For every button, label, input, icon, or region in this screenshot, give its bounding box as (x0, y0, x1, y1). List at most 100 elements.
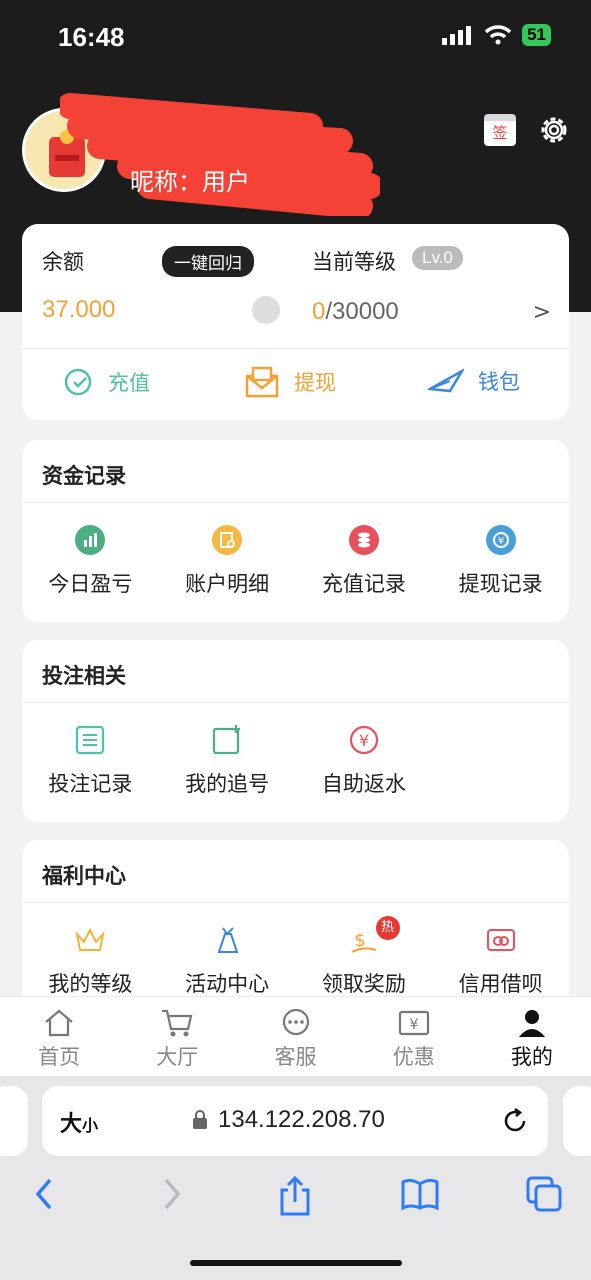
page-settings-button[interactable]: 大小 (60, 1106, 98, 1138)
level-progress: 0/30000 (312, 298, 399, 326)
withdraw-button[interactable]: 提现 (244, 366, 336, 398)
bottom-tab-bar: 首页 大厅 客服 ¥ 优惠 我的 (0, 996, 591, 1076)
tab-mine[interactable]: 我的 (473, 997, 591, 1076)
cart-icon (162, 1009, 193, 1037)
balance-label: 余额 (42, 250, 84, 274)
signal-icon (442, 26, 472, 45)
list-icon (74, 724, 106, 756)
book-icon (401, 1178, 439, 1211)
recharge-button[interactable]: 充值 (62, 366, 150, 398)
browser-nav-row (0, 1175, 591, 1220)
wallet-button[interactable]: 钱包 (428, 366, 520, 396)
address-bar[interactable]: 大小 134.122.208.70 (42, 1086, 548, 1156)
chevron-right-icon (164, 1178, 181, 1210)
home-icon (45, 1009, 73, 1037)
wallet-label: 钱包 (478, 370, 520, 394)
my-chase-item[interactable]: 我的追号 (159, 724, 296, 798)
wifi-icon (484, 25, 512, 45)
section-title: 福利中心 (42, 864, 126, 888)
lock-icon (193, 1110, 207, 1129)
grid-label: 今日盈亏 (48, 572, 133, 596)
share-button[interactable] (278, 1175, 312, 1220)
my-level-item[interactable]: 我的等级 (22, 924, 159, 998)
balance-card: 余额 一键回归 37.000 当前等级 Lv.0 0/30000 > 充值 提现… (22, 224, 569, 420)
browser-toolbar: 大小 134.122.208.70 (0, 1076, 591, 1280)
tab-lobby[interactable]: 大厅 (118, 997, 236, 1076)
grid-label: 我的等级 (48, 972, 133, 996)
sign-in-calendar-icon[interactable]: 签 (484, 114, 516, 146)
withdraw-label: 提现 (294, 371, 336, 395)
grid-label: 我的追号 (185, 772, 270, 796)
url-text: 134.122.208.70 (218, 1106, 385, 1133)
home-indicator (190, 1260, 402, 1266)
bet-record-item[interactable]: 投注记录 (22, 724, 159, 798)
tab-service[interactable]: 客服 (236, 997, 354, 1076)
money-bag-icon (211, 924, 243, 956)
font-size-big: 大 (60, 1112, 83, 1137)
level-badge: Lv.0 (412, 246, 463, 270)
bar-chart-icon (74, 524, 106, 556)
currency-cycle-icon: ¥ (485, 524, 517, 556)
svg-text:¥: ¥ (359, 731, 369, 750)
one-click-return-button[interactable]: 一键回归 (162, 246, 254, 277)
tabs-icon (526, 1176, 562, 1212)
chat-bubble-icon (282, 1008, 309, 1036)
coins-icon (348, 524, 380, 556)
credit-loan-item[interactable]: 信用借呗 (432, 924, 569, 998)
status-time: 16:48 (58, 22, 125, 52)
status-icons: 51 (442, 24, 551, 46)
grid-label: 信用借呗 (458, 972, 543, 996)
bookmarks-button[interactable] (400, 1176, 440, 1216)
divider (22, 902, 569, 903)
chevron-left-icon (35, 1178, 52, 1210)
share-icon (280, 1175, 310, 1216)
recharge-label: 充值 (108, 371, 150, 395)
previous-tab-preview[interactable] (0, 1086, 28, 1156)
divider (22, 348, 569, 349)
level-total: /30000 (325, 298, 399, 325)
grid-label: 活动中心 (185, 972, 270, 996)
section-title: 资金记录 (42, 464, 126, 488)
self-rebate-item[interactable]: ¥ 自助返水 (296, 724, 433, 798)
forward-button[interactable] (160, 1176, 184, 1216)
font-size-small: 小 (82, 1116, 99, 1135)
recharge-record-item[interactable]: 充值记录 (296, 524, 433, 598)
account-detail-item[interactable]: 账户明细 (159, 524, 296, 598)
tab-label: 客服 (274, 1045, 317, 1069)
grid-label: 领取奖励 (321, 972, 406, 996)
tabs-button[interactable] (526, 1176, 564, 1218)
next-tab-preview[interactable] (563, 1086, 591, 1156)
activity-center-item[interactable]: 活动中心 (159, 924, 296, 998)
coupon-icon: ¥ (398, 1010, 429, 1036)
funds-section: 资金记录 今日盈亏 账户明细 充值记录 ¥ 提现记录 (22, 440, 569, 622)
level-current: 0 (312, 298, 326, 325)
back-button[interactable] (32, 1176, 56, 1216)
reload-icon[interactable] (500, 1106, 530, 1136)
balance-value: 37.000 (42, 296, 116, 323)
card-icon (485, 924, 517, 956)
user-icon (518, 1010, 545, 1037)
gear-icon[interactable] (536, 112, 572, 148)
withdraw-record-item[interactable]: ¥ 提现记录 (432, 524, 569, 598)
document-search-icon (211, 524, 243, 556)
grid-label: 提现记录 (458, 572, 543, 596)
level-arrow-icon[interactable]: > (533, 300, 551, 325)
level-label: 当前等级 (312, 250, 396, 274)
battery-indicator: 51 (522, 24, 551, 46)
claim-reward-item[interactable]: $ 热 领取奖励 (296, 916, 433, 998)
tab-home[interactable]: 首页 (0, 997, 118, 1076)
svg-text:¥: ¥ (409, 1017, 418, 1033)
tab-promotions[interactable]: ¥ 优惠 (355, 997, 473, 1076)
hot-badge: 热 (375, 916, 400, 940)
url-display[interactable]: 134.122.208.70 (192, 1106, 385, 1134)
bets-section: 投注相关 投注记录 我的追号 ¥ 自助返水 (22, 640, 569, 822)
wallet-paper-plane-icon (428, 368, 464, 393)
divider (22, 502, 569, 503)
refresh-balance-icon[interactable] (252, 296, 280, 324)
today-profit-item[interactable]: 今日盈亏 (22, 524, 159, 598)
grid-label: 自助返水 (321, 772, 406, 796)
grid-label: 充值记录 (321, 572, 406, 596)
recharge-icon (64, 368, 92, 396)
tab-label: 我的 (510, 1045, 553, 1069)
add-square-icon (211, 724, 243, 756)
